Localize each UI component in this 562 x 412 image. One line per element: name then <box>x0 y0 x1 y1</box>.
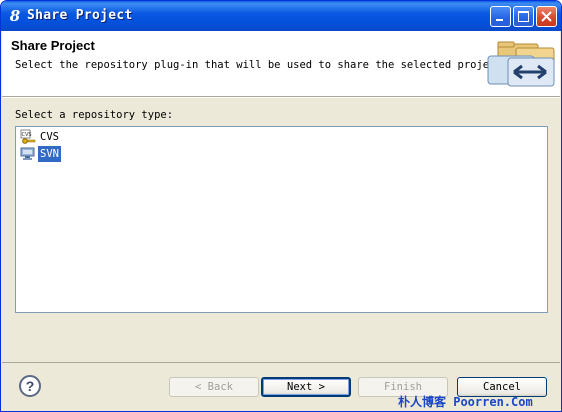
svn-icon <box>20 146 36 161</box>
close-button[interactable] <box>536 6 557 27</box>
list-item-cvs[interactable]: CVS CVS <box>20 129 61 144</box>
minimize-icon <box>496 19 503 21</box>
share-project-wizard-icon <box>487 41 555 87</box>
help-icon: ? <box>25 378 35 394</box>
next-button[interactable]: Next > <box>261 377 351 397</box>
window-title: Share Project <box>27 8 133 23</box>
page-title: Share Project <box>11 38 95 53</box>
list-item-label: SVN <box>38 145 61 162</box>
cvs-icon: CVS <box>20 129 36 144</box>
repository-type-list[interactable]: CVS CVS SVN <box>15 126 548 313</box>
help-button[interactable]: ? <box>19 375 41 397</box>
list-item-svn[interactable]: SVN <box>20 145 61 162</box>
button-bar-separator <box>2 362 560 363</box>
minimize-button[interactable] <box>490 6 511 27</box>
watermark-text: 朴人博客 Poorren.Com <box>398 395 533 409</box>
list-item-label: CVS <box>40 130 59 143</box>
close-icon <box>541 11 552 22</box>
svg-text:CVS: CVS <box>22 132 32 138</box>
back-button[interactable]: < Back <box>169 377 259 397</box>
title-bar[interactable]: 8 Share Project <box>1 1 561 31</box>
maximize-button[interactable] <box>513 6 534 27</box>
header-separator <box>2 97 560 98</box>
repository-type-label: Select a repository type: <box>15 109 174 121</box>
share-project-dialog: 8 Share Project Share Project Select the… <box>0 0 562 412</box>
maximize-icon <box>518 11 529 22</box>
eclipse-app-icon: 8 <box>9 7 21 25</box>
wizard-header: Share Project Select the repository plug… <box>2 31 560 97</box>
page-description: Select the repository plug-in that will … <box>15 59 509 71</box>
